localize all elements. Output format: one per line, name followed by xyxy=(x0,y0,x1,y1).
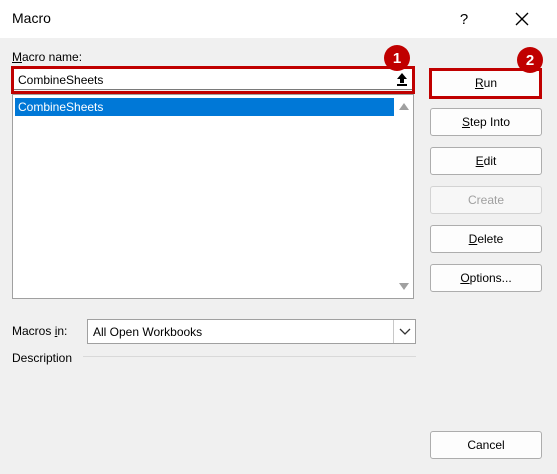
close-icon xyxy=(515,12,529,26)
scroll-down-icon[interactable] xyxy=(399,283,409,290)
delete-button[interactable]: Delete xyxy=(430,225,542,253)
annotation-badge-2: 2 xyxy=(517,47,543,73)
help-icon: ? xyxy=(459,10,469,28)
scroll-up-icon[interactable] xyxy=(399,103,409,110)
macros-in-value: All Open Workbooks xyxy=(93,325,203,339)
step-into-button[interactable]: Step Into xyxy=(430,108,542,136)
macro-list[interactable]: CombineSheets xyxy=(12,94,414,299)
edit-button[interactable]: Edit xyxy=(430,147,542,175)
options-button[interactable]: Options... xyxy=(430,264,542,292)
macros-in-select[interactable]: All Open Workbooks xyxy=(87,319,416,344)
description-label: Description xyxy=(12,351,73,365)
chevron-down-icon xyxy=(399,328,410,335)
title-bar: Macro ? xyxy=(0,0,557,38)
highlight-macro-name xyxy=(11,66,415,94)
dropdown-button[interactable] xyxy=(393,320,415,343)
annotation-badge-1: 1 xyxy=(384,45,410,71)
dialog-title: Macro xyxy=(12,10,51,26)
cancel-button[interactable]: Cancel xyxy=(430,431,542,459)
description-divider xyxy=(83,356,416,357)
macro-name-label: Macro name: xyxy=(12,50,83,64)
close-button[interactable] xyxy=(497,0,547,38)
macros-in-label: Macros in: xyxy=(12,324,68,338)
help-button[interactable]: ? xyxy=(440,0,488,38)
macro-dialog: Macro ? Macro name: CombineSheets Combin… xyxy=(0,0,557,474)
list-item[interactable]: CombineSheets xyxy=(15,98,394,116)
create-button[interactable]: Create xyxy=(430,186,542,214)
highlight-run-button xyxy=(429,68,542,99)
